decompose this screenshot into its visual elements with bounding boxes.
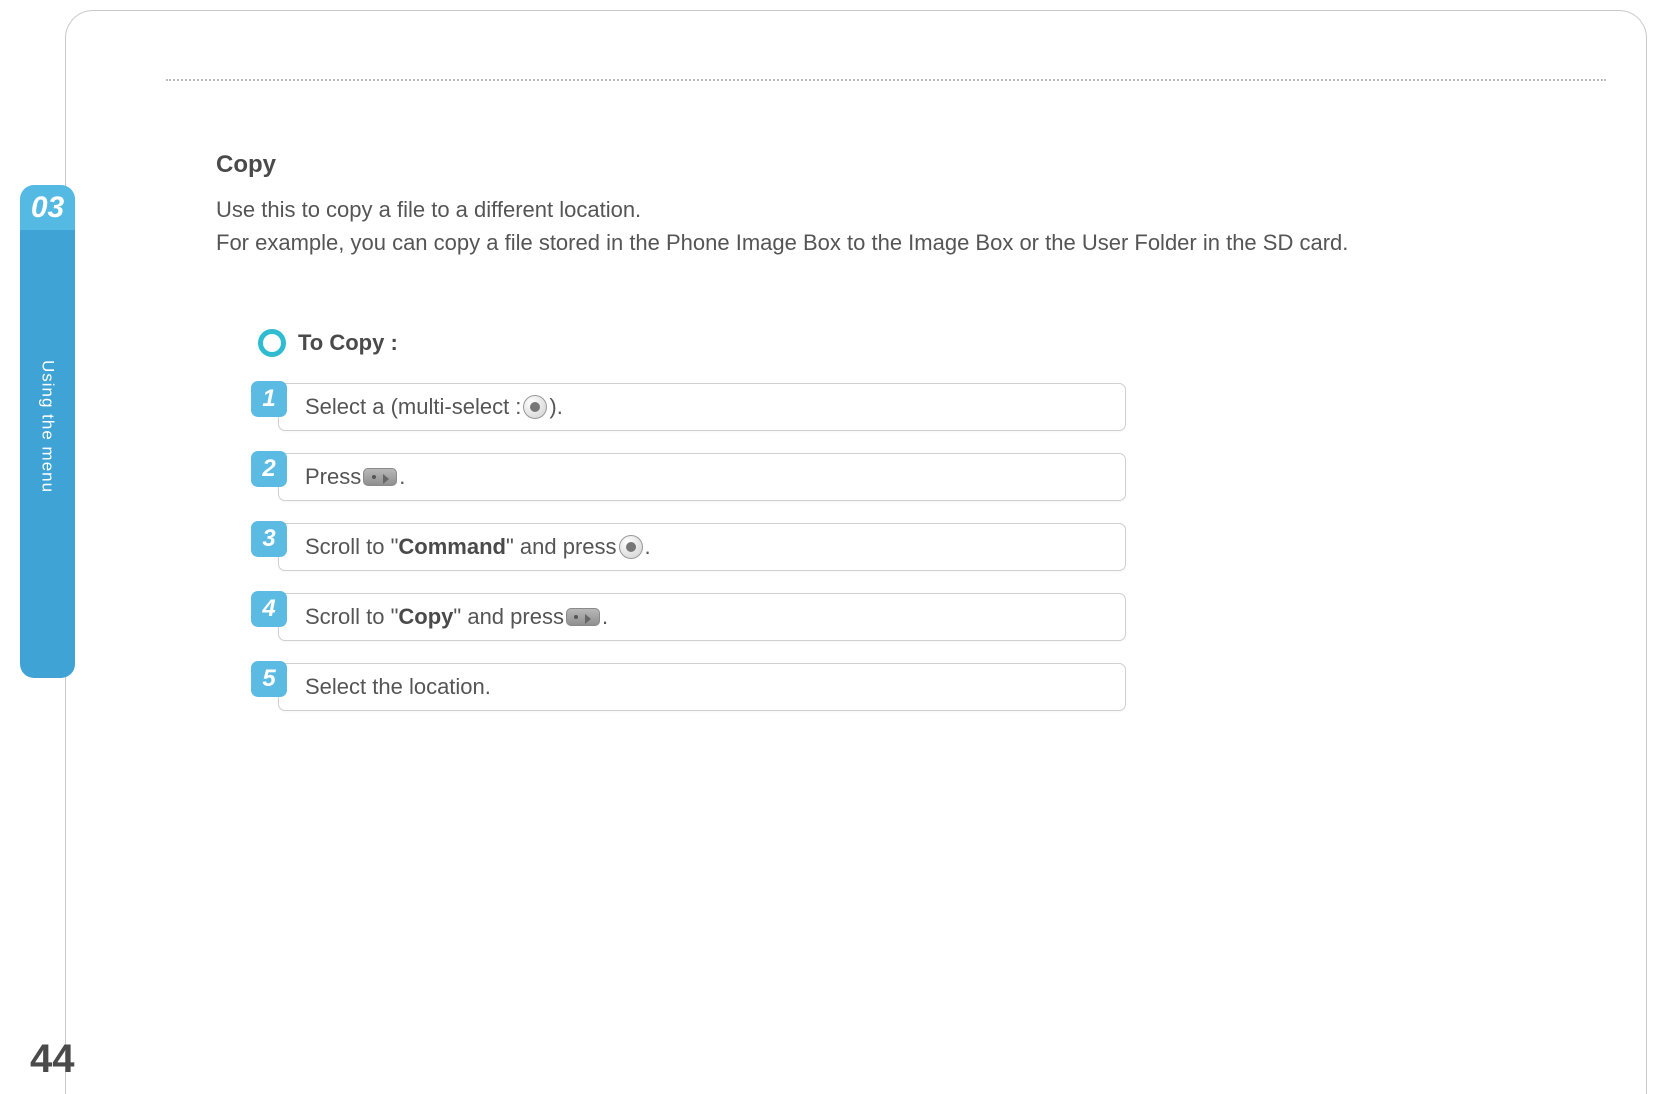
chapter-number: 03 [20,185,75,230]
step-text-after: . [399,464,405,490]
section-title: Copy [216,151,1586,179]
step-text-mid: " and press [506,534,617,560]
step-text-after: . [645,534,651,560]
steps-block: To Copy : 1 Select a (multi-select : ). … [256,329,1586,711]
step-text-before: Select the location. [305,674,491,700]
softkey-icon [566,608,600,626]
softkey-icon [363,468,397,486]
sidebar-tab: Using the menu [20,230,75,678]
step-text-bold: Command [398,534,506,560]
step-text-bold: Copy [398,604,453,630]
step-number: 1 [251,381,287,417]
content-area: Copy Use this to copy a file to a differ… [216,151,1586,733]
step-text: Press . [278,453,1126,501]
ok-button-icon [619,535,643,559]
step-text: Select the location. [278,663,1126,711]
step-number: 5 [251,661,287,697]
step-text-after: ). [549,394,562,420]
steps-header: To Copy : [258,329,1586,357]
step-text-before: Scroll to " [305,604,398,630]
page-frame: Copy Use this to copy a file to a differ… [65,10,1647,1094]
step-text-mid: " and press [453,604,564,630]
page-number: 44 [30,1037,75,1082]
step-row: 3 Scroll to " Command " and press . [256,523,1126,571]
step-row: 5 Select the location. [256,663,1126,711]
divider [166,79,1606,81]
step-number: 2 [251,451,287,487]
intro-line-1: Use this to copy a file to a different l… [216,197,641,222]
step-text-before: Scroll to " [305,534,398,560]
steps-title: To Copy : [298,330,398,356]
step-row: 2 Press . [256,453,1126,501]
step-row: 4 Scroll to " Copy " and press . [256,593,1126,641]
step-row: 1 Select a (multi-select : ). [256,383,1126,431]
ring-icon [258,329,286,357]
ok-button-icon [523,395,547,419]
step-number: 4 [251,591,287,627]
intro-line-2: For example, you can copy a file stored … [216,230,1348,255]
step-text-before: Press [305,464,361,490]
step-text: Scroll to " Command " and press . [278,523,1126,571]
step-number: 3 [251,521,287,557]
step-text: Select a (multi-select : ). [278,383,1126,431]
step-text-before: Select a (multi-select : [305,394,521,420]
sidebar-tab-label: Using the menu [38,360,58,493]
step-text: Scroll to " Copy " and press . [278,593,1126,641]
intro-text: Use this to copy a file to a different l… [216,193,1586,259]
step-text-after: . [602,604,608,630]
